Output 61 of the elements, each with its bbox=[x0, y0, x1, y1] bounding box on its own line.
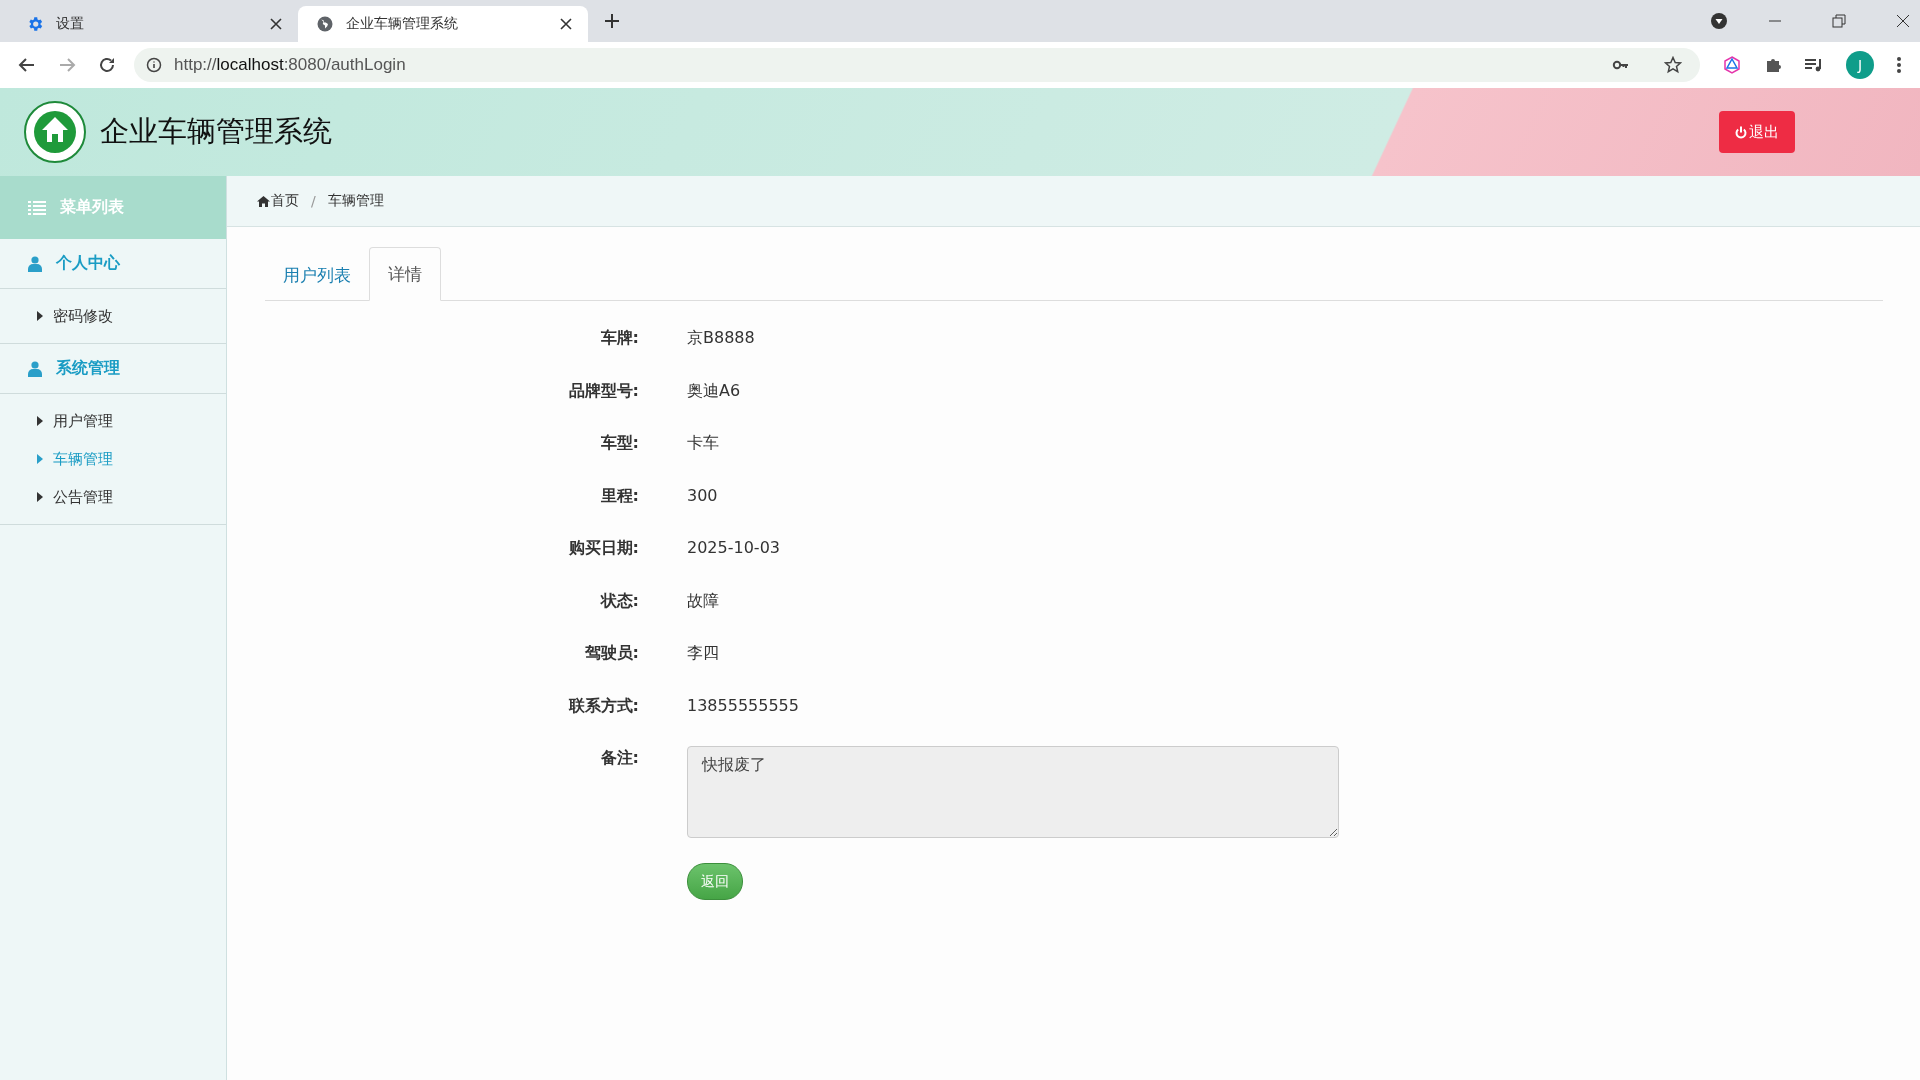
sidebar-item[interactable]: 密码修改 bbox=[0, 297, 226, 335]
field-value: 李四 bbox=[687, 642, 719, 664]
user-icon bbox=[28, 255, 42, 272]
breadcrumb-item[interactable]: 首页 bbox=[257, 192, 299, 210]
info-icon bbox=[146, 57, 162, 73]
playlist-icon[interactable] bbox=[1804, 56, 1824, 74]
puzzle-icon[interactable] bbox=[1764, 56, 1782, 74]
tab[interactable]: 用户列表 bbox=[265, 249, 369, 301]
field-value: 2025-10-03 bbox=[687, 537, 780, 557]
breadcrumb-item[interactable]: 车辆管理 bbox=[327, 192, 384, 210]
new-tab-icon[interactable] bbox=[604, 13, 620, 29]
close-icon[interactable] bbox=[1896, 14, 1910, 28]
globe-icon bbox=[316, 15, 334, 33]
restore-icon[interactable] bbox=[1832, 14, 1846, 28]
group-label: 系统管理 bbox=[56, 358, 120, 379]
caret-icon bbox=[37, 311, 43, 321]
caret-icon bbox=[37, 416, 43, 426]
caret-icon bbox=[37, 454, 43, 464]
power-icon bbox=[1735, 125, 1747, 139]
dropdown-icon[interactable] bbox=[1710, 12, 1728, 30]
field-label: 驾驶员: bbox=[583, 642, 639, 664]
field-label: 车牌: bbox=[599, 327, 639, 349]
field-value: 故障 bbox=[687, 589, 719, 612]
field-label: 联系方式: bbox=[567, 694, 639, 717]
home-icon bbox=[257, 195, 270, 207]
field-label: 品牌型号: bbox=[567, 379, 639, 402]
address-bar[interactable]: http://localhost:8080/authLogin bbox=[134, 48, 1700, 82]
tab[interactable]: 详情 bbox=[369, 247, 441, 301]
browser-tab[interactable]: 企业车辆管理系统 bbox=[298, 6, 588, 42]
back-arrow-icon[interactable] bbox=[18, 56, 36, 74]
field-value: 奥迪A6 bbox=[687, 379, 741, 402]
reload-icon[interactable] bbox=[98, 56, 116, 74]
list-icon bbox=[28, 200, 46, 215]
breadcrumb-separator: / bbox=[311, 193, 316, 209]
tab-title: 设置 bbox=[56, 15, 85, 33]
tab-title: 企业车辆管理系统 bbox=[346, 15, 459, 33]
url-text: http://localhost:8080/authLogin bbox=[174, 55, 406, 75]
user-icon bbox=[28, 360, 42, 377]
more-menu-icon[interactable] bbox=[1896, 56, 1902, 74]
close-icon[interactable] bbox=[270, 18, 282, 30]
field-label: 里程: bbox=[599, 484, 639, 507]
caret-icon bbox=[37, 492, 43, 502]
close-icon[interactable] bbox=[560, 18, 572, 30]
menu-title: 菜单列表 bbox=[60, 197, 124, 218]
app-title: 企业车辆管理系统 bbox=[100, 113, 332, 150]
field-value: 13855555555 bbox=[687, 694, 799, 715]
field-label: 购买日期: bbox=[567, 537, 639, 559]
field-value: 卡车 bbox=[687, 432, 719, 454]
field-label: 状态: bbox=[599, 589, 639, 612]
logout-button[interactable]: 退出 bbox=[1719, 111, 1795, 153]
field-value: 300 bbox=[687, 484, 718, 505]
field-label: 备注: bbox=[599, 747, 639, 769]
group-label: 个人中心 bbox=[56, 253, 120, 274]
star-icon[interactable] bbox=[1664, 56, 1682, 74]
field-value: 京B8888 bbox=[687, 327, 755, 349]
emblem-icon bbox=[24, 101, 86, 163]
field-label: 车型: bbox=[599, 432, 639, 454]
browser-tab[interactable]: 设置 bbox=[8, 6, 298, 42]
sidebar-item[interactable]: 用户管理 bbox=[0, 402, 226, 440]
sidebar-item[interactable]: 公告管理 bbox=[0, 478, 226, 516]
extension-icon[interactable] bbox=[1722, 55, 1742, 75]
